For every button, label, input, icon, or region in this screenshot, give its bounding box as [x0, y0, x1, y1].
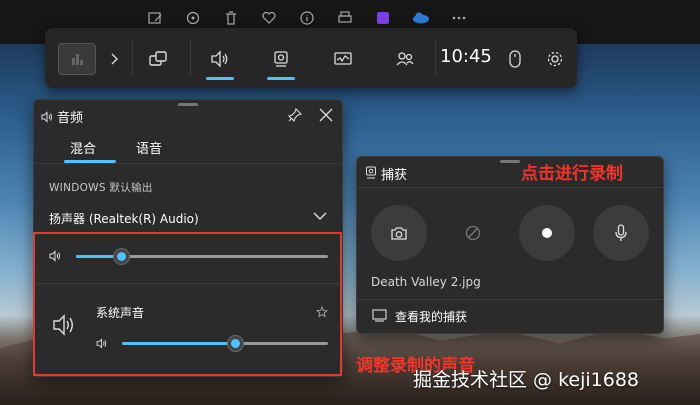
info-icon[interactable] — [297, 8, 317, 28]
record-annotation: 点击进行录制 — [521, 164, 623, 184]
more-options-icon[interactable] — [449, 8, 469, 28]
watermark: 掘金技术社区 @ keji1688 — [413, 369, 640, 391]
speaker-icon — [211, 50, 228, 68]
edit-image-icon[interactable] — [145, 8, 165, 28]
performance-icon — [334, 52, 352, 65]
capture-widget-button[interactable] — [261, 40, 301, 80]
record-dot-icon — [542, 228, 552, 238]
widgets-icon — [149, 51, 167, 66]
clock-time: 10:45 — [440, 46, 492, 67]
mouse-button[interactable] — [495, 40, 535, 78]
pin-icon[interactable] — [288, 108, 302, 122]
delete-icon[interactable] — [221, 8, 241, 28]
people-icon — [396, 52, 414, 66]
drag-handle[interactable] — [500, 160, 520, 163]
audio-widget-button[interactable] — [200, 40, 240, 80]
camera-icon — [391, 226, 407, 240]
gallery-icon — [372, 309, 387, 322]
screenshot-button[interactable] — [371, 205, 427, 261]
close-icon[interactable] — [319, 108, 333, 122]
clipchamp-icon[interactable] — [373, 8, 393, 28]
tab-mix[interactable]: 混合 — [70, 138, 96, 157]
widget-menu-button[interactable] — [58, 43, 96, 75]
capture-icon — [274, 51, 288, 67]
last-capture-filename[interactable]: Death Valley 2.jpg — [371, 275, 481, 289]
print-icon[interactable] — [335, 8, 355, 28]
record-last-icon — [465, 225, 481, 241]
tab-voice[interactable]: 语音 — [136, 138, 162, 157]
output-heading: WINDOWS 默认输出 — [49, 182, 153, 194]
view-captures-link[interactable]: 查看我的捕获 — [395, 308, 467, 325]
volume-highlight-box — [33, 232, 342, 376]
start-recording-button[interactable] — [519, 205, 575, 261]
mouse-icon — [509, 50, 521, 68]
microphone-toggle-button[interactable] — [593, 205, 649, 261]
game-bar: 10:45 — [45, 28, 577, 88]
capture-title: 捕获 — [381, 168, 408, 183]
gear-icon — [547, 51, 563, 67]
drag-handle[interactable] — [178, 103, 198, 106]
chevron-right-icon — [111, 53, 118, 65]
capture-icon — [366, 166, 376, 179]
xbox-social-button[interactable] — [385, 40, 425, 78]
speaker-icon — [41, 111, 52, 123]
favorite-icon[interactable] — [259, 8, 279, 28]
record-last-30s-button[interactable] — [445, 205, 501, 261]
output-device-select[interactable]: 扬声器 (Realtek(R) Audio) — [49, 210, 199, 227]
onedrive-icon[interactable] — [411, 8, 431, 28]
microphone-icon — [615, 224, 627, 241]
expand-button[interactable] — [103, 40, 125, 78]
chevron-down-icon[interactable] — [313, 212, 327, 221]
widget-icon — [72, 54, 83, 65]
rotate-icon[interactable] — [183, 8, 203, 28]
settings-button[interactable] — [535, 40, 575, 78]
widgets-button[interactable] — [138, 40, 178, 78]
audio-title: 音频 — [57, 111, 84, 126]
performance-widget-button[interactable] — [323, 40, 363, 78]
